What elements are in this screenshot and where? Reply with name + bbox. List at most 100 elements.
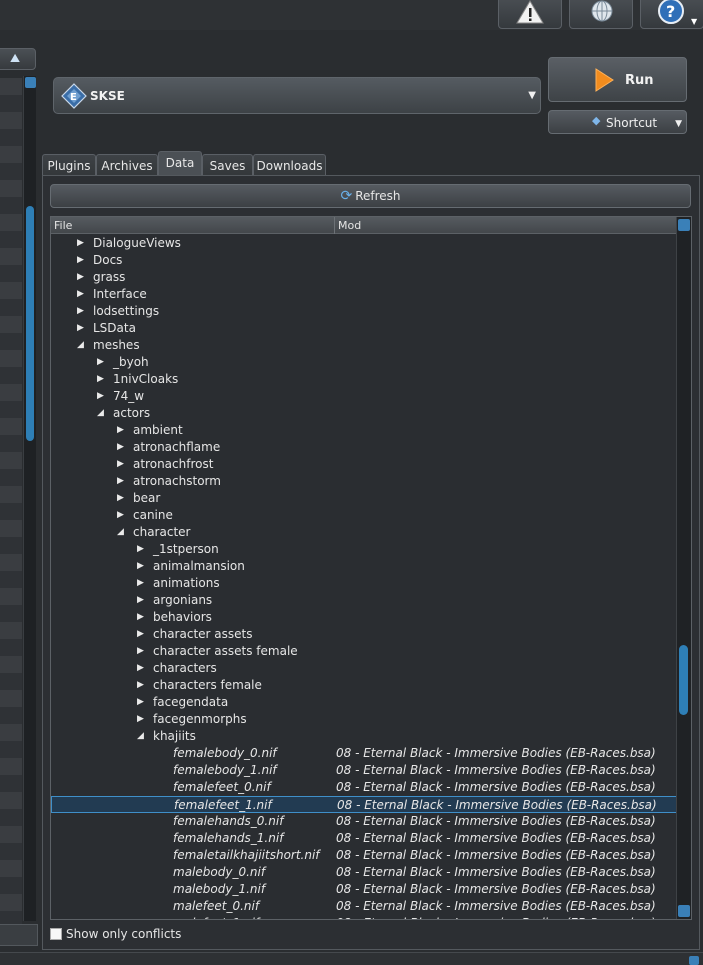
folder-row[interactable]: ▶ argonians <box>51 592 677 609</box>
collapsed-arrow-icon[interactable]: ▶ <box>137 714 144 724</box>
folder-row[interactable]: ◢ meshes <box>51 337 677 354</box>
collapsed-arrow-icon[interactable]: ▶ <box>137 697 144 707</box>
collapsed-arrow-icon[interactable]: ▶ <box>137 680 144 690</box>
file-row[interactable]: femalebody_0.nif 08 - Eternal Black - Imm… <box>51 745 677 762</box>
collapsed-arrow-icon[interactable]: ▶ <box>117 442 124 452</box>
collapsed-arrow-icon[interactable]: ▶ <box>117 459 124 469</box>
collapsed-arrow-icon[interactable]: ▶ <box>117 493 124 503</box>
folder-row[interactable]: ▶ Docs <box>51 252 677 269</box>
collapsed-arrow-icon[interactable]: ▶ <box>77 306 84 316</box>
data-tree[interactable]: File Mod ▶ DialogueViews ▶ Docs ▶ grass ▶ Inter… <box>50 216 692 920</box>
file-row[interactable]: malebody_1.nif 08 - Eternal Black - Immer… <box>51 881 677 898</box>
folder-row[interactable]: ▶ facegendata <box>51 694 677 711</box>
collapsed-arrow-icon[interactable]: ▶ <box>137 663 144 673</box>
file-row[interactable]: femalefeet_1.nif 08 - Eternal Black - Imm… <box>51 796 677 813</box>
collapsed-arrow-icon[interactable]: ▶ <box>117 510 124 520</box>
expanded-arrow-icon[interactable]: ◢ <box>117 527 124 537</box>
folder-row[interactable]: ▶ animalmansion <box>51 558 677 575</box>
folder-row[interactable]: ▶ characters female <box>51 677 677 694</box>
collapsed-arrow-icon[interactable]: ▶ <box>137 595 144 605</box>
tab-plugins[interactable]: Plugins <box>42 154 96 176</box>
left-pane-row <box>0 758 22 775</box>
folder-row[interactable]: ▶ _byoh <box>51 354 677 371</box>
collapsed-arrow-icon[interactable]: ▶ <box>137 646 144 656</box>
folder-row[interactable]: ▶ character assets <box>51 626 677 643</box>
file-row[interactable]: femalefeet_0.nif 08 - Eternal Black - Imm… <box>51 779 677 796</box>
tab-saves[interactable]: Saves <box>202 154 253 176</box>
file-name: malebody_1.nif <box>173 882 266 896</box>
collapsed-arrow-icon[interactable]: ▶ <box>77 289 84 299</box>
scroll-down-button[interactable] <box>678 905 690 917</box>
tab-data[interactable]: Data <box>158 151 202 176</box>
collapsed-arrow-icon[interactable]: ▶ <box>137 612 144 622</box>
expanded-arrow-icon[interactable]: ◢ <box>77 340 84 350</box>
collapsed-arrow-icon[interactable]: ▶ <box>137 561 144 571</box>
file-row[interactable]: femalehands_0.nif 08 - Eternal Black - Im… <box>51 813 677 830</box>
warning-button[interactable] <box>498 0 562 29</box>
folder-row[interactable]: ▶ behaviors <box>51 609 677 626</box>
file-row[interactable]: femalebody_1.nif 08 - Eternal Black - Imm… <box>51 762 677 779</box>
refresh-button[interactable]: ⟳ Refresh <box>50 184 691 208</box>
collapsed-arrow-icon[interactable]: ▶ <box>77 272 84 282</box>
folder-row[interactable]: ▶ 74_w <box>51 388 677 405</box>
collapsed-arrow-icon[interactable]: ▶ <box>97 357 104 367</box>
tree-scrollbar[interactable] <box>676 217 691 919</box>
collapsed-arrow-icon[interactable]: ▶ <box>97 391 104 401</box>
show-only-conflicts-checkbox[interactable] <box>50 928 62 940</box>
folder-row[interactable]: ◢ khajiits <box>51 728 677 745</box>
folder-row[interactable]: ▶ ambient <box>51 422 677 439</box>
folder-row[interactable]: ▶ animations <box>51 575 677 592</box>
collapsed-arrow-icon[interactable]: ▶ <box>117 425 124 435</box>
help-button[interactable]: ? ▼ <box>640 0 703 29</box>
left-scroll-up-button[interactable] <box>25 77 36 88</box>
folder-row[interactable]: ▶ 1nivCloaks <box>51 371 677 388</box>
column-header-mod[interactable]: Mod <box>334 217 677 234</box>
nexus-button[interactable] <box>569 0 633 29</box>
folder-row[interactable]: ▶ DialogueViews <box>51 235 677 252</box>
resize-grip-icon[interactable] <box>689 956 699 965</box>
scroll-up-button[interactable] <box>678 219 690 231</box>
folder-row[interactable]: ▶ atronachfrost <box>51 456 677 473</box>
folder-row[interactable]: ▶ atronachflame <box>51 439 677 456</box>
shortcut-button[interactable]: ◆ Shortcut ▼ <box>548 110 687 134</box>
file-row[interactable]: malebody_0.nif 08 - Eternal Black - Immer… <box>51 864 677 881</box>
file-row[interactable]: femalehands_1.nif 08 - Eternal Black - Im… <box>51 830 677 847</box>
folder-row[interactable]: ▶ LSData <box>51 320 677 337</box>
collapsed-arrow-icon[interactable]: ▶ <box>77 323 84 333</box>
left-pane-button[interactable]: ⛰ <box>0 48 36 70</box>
collapsed-arrow-icon[interactable]: ▶ <box>77 255 84 265</box>
expanded-arrow-icon[interactable]: ◢ <box>137 731 144 741</box>
folder-row[interactable]: ▶ facegenmorphs <box>51 711 677 728</box>
folder-row[interactable]: ▶ lodsettings <box>51 303 677 320</box>
folder-row[interactable]: ▶ bear <box>51 490 677 507</box>
folder-row[interactable]: ▶ atronachstorm <box>51 473 677 490</box>
collapsed-arrow-icon[interactable]: ▶ <box>137 544 144 554</box>
folder-row[interactable]: ▶ Interface <box>51 286 677 303</box>
tab-downloads[interactable]: Downloads <box>253 154 326 176</box>
profile-select[interactable]: E SKSE ▼ <box>53 77 541 114</box>
column-header-file[interactable]: File <box>54 219 72 232</box>
folder-row[interactable]: ◢ character <box>51 524 677 541</box>
folder-row[interactable]: ▶ character assets female <box>51 643 677 660</box>
left-pane-row <box>0 231 22 248</box>
file-row[interactable]: malefeet_0.nif 08 - Eternal Black - Immer… <box>51 898 677 915</box>
collapsed-arrow-icon[interactable]: ▶ <box>97 374 104 384</box>
tab-archives[interactable]: Archives <box>96 154 158 176</box>
collapsed-arrow-icon[interactable]: ▶ <box>137 578 144 588</box>
file-row[interactable]: femaletailkhajiitshort.nif 08 - Eternal B… <box>51 847 677 864</box>
folder-row[interactable]: ▶ _1stperson <box>51 541 677 558</box>
expanded-arrow-icon[interactable]: ◢ <box>97 408 104 418</box>
folder-row[interactable]: ▶ canine <box>51 507 677 524</box>
collapsed-arrow-icon[interactable]: ▶ <box>117 476 124 486</box>
show-only-conflicts-label[interactable]: Show only conflicts <box>66 927 181 941</box>
folder-row[interactable]: ▶ characters <box>51 660 677 677</box>
folder-row[interactable]: ◢ actors <box>51 405 677 422</box>
tree-scroll-thumb[interactable] <box>679 645 688 715</box>
left-scroll-thumb[interactable] <box>26 206 34 441</box>
file-row[interactable]: malefeet_1.nif 08 - Eternal Black - Immer… <box>51 915 677 919</box>
collapsed-arrow-icon[interactable]: ▶ <box>137 629 144 639</box>
folder-row[interactable]: ▶ grass <box>51 269 677 286</box>
run-button[interactable]: Run <box>548 57 687 102</box>
collapsed-arrow-icon[interactable]: ▶ <box>77 238 84 248</box>
left-pane-scrollbar[interactable] <box>23 76 36 921</box>
